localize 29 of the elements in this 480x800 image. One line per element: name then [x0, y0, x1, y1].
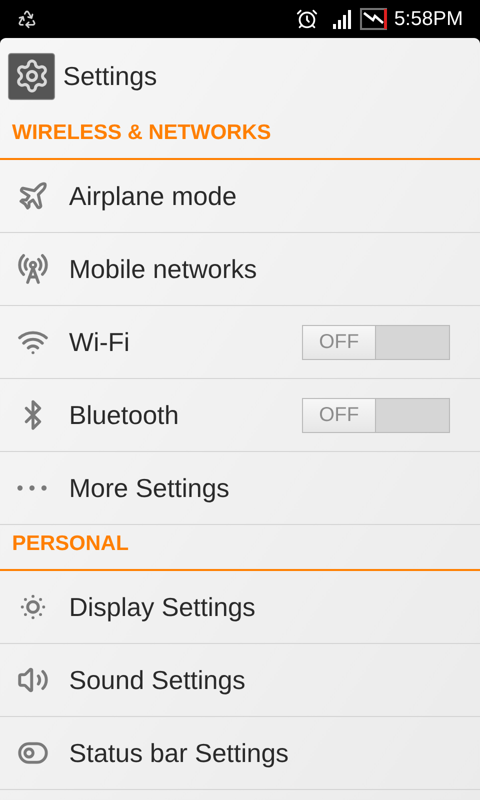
settings-item[interactable]: Mobile networks [0, 233, 480, 306]
alarm-icon [296, 8, 318, 30]
item-label: Airplane mode [69, 180, 238, 212]
battery-icon [360, 8, 388, 30]
settings-item[interactable]: Wi-Fi OFF [0, 306, 480, 379]
antenna-icon [17, 253, 49, 285]
clock-time: 5:58PM [394, 7, 463, 32]
settings-item[interactable]: Airplane mode [0, 160, 480, 233]
app-title: Settings [63, 60, 157, 92]
toggle-label: OFF [303, 398, 376, 432]
item-label: Sound Settings [69, 664, 246, 696]
recycle-icon [17, 9, 37, 29]
item-label: Wi-Fi [69, 326, 131, 358]
item-label: More Settings [69, 472, 230, 504]
settings-item[interactable]: Status bar Settings [0, 717, 480, 790]
toggle-label: OFF [303, 326, 376, 358]
item-label: Display Settings [69, 590, 256, 624]
settings-item[interactable]: Bluetooth OFF [0, 379, 480, 452]
section-header: PERSONAL [12, 530, 129, 556]
airplane-icon [17, 180, 49, 212]
dots-icon [17, 485, 47, 491]
item-label: Status bar Settings [69, 736, 290, 770]
settings-item[interactable]: Display Settings [0, 571, 480, 644]
settings-app-icon [8, 52, 55, 100]
settings-item[interactable]: Sound Settings [0, 644, 480, 717]
section-header: WIRELESS & NETWORKS [12, 120, 272, 146]
item-label: Bluetooth [69, 398, 180, 432]
item-label: Mobile networks [69, 252, 258, 286]
settings-item[interactable]: More Settings [0, 452, 480, 525]
